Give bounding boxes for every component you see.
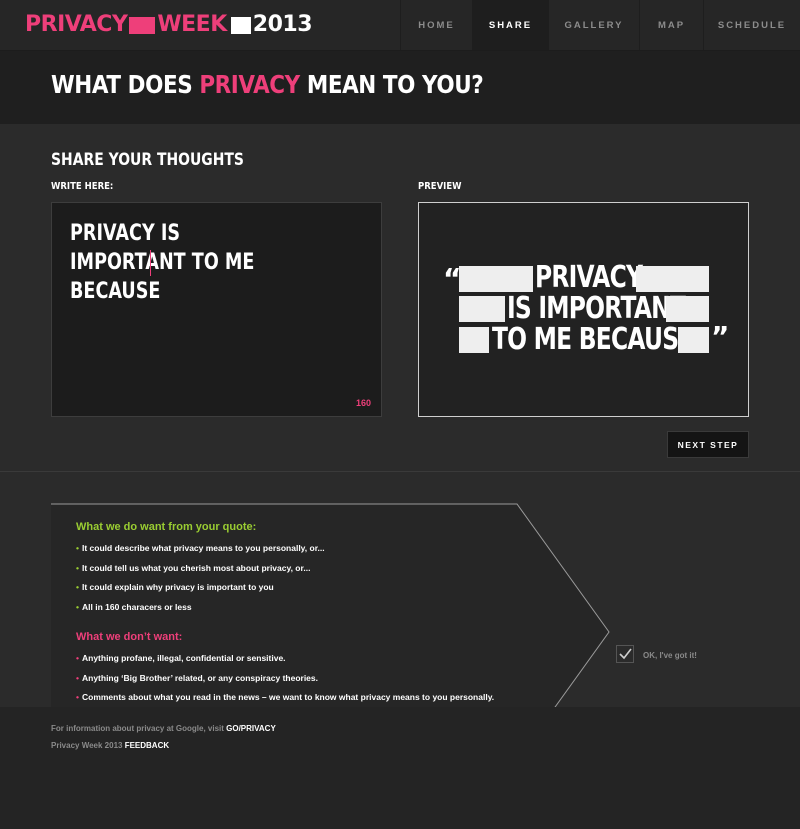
quote-textarea[interactable]: PRIVACY IS IMPORTANT TO ME BECAUSE 160 <box>51 202 382 417</box>
footer: For information about privacy at Google,… <box>0 707 800 829</box>
list-item: • All in 160 characers or less <box>76 601 192 612</box>
logo-pink-block <box>129 16 156 34</box>
main-nav: HOME SHARE GALLERY MAP SCHEDULE <box>400 0 800 50</box>
nav-map[interactable]: MAP <box>639 0 703 50</box>
logo-white-block <box>230 16 251 34</box>
title-suffix: MEAN TO YOU? <box>299 70 484 99</box>
preview-bar <box>678 327 709 353</box>
preview-bar <box>459 296 505 322</box>
logo-year: 2013 <box>252 12 313 37</box>
char-counter: 160 <box>355 398 371 408</box>
footer-info-text: For information about privacy at Google,… <box>51 724 227 733</box>
list-item: • Anything ‘Big Brother’ related, or any … <box>76 672 318 683</box>
preview-bar <box>459 327 489 353</box>
nav-gallery[interactable]: GALLERY <box>548 0 639 50</box>
dont-heading: What we don’t want: <box>76 631 183 643</box>
top-bar: PRIVACY WEEK 2013 HOME SHARE GALLERY MAP… <box>0 0 800 51</box>
preview-line-3: TO ME BECAUSE <box>492 322 694 357</box>
list-item: • It could explain why privacy is importa… <box>76 582 274 592</box>
nav-share[interactable]: SHARE <box>472 0 548 50</box>
guidelines-content: What we do want from your quote: • It cou… <box>76 521 556 708</box>
checkmark-icon <box>619 648 632 660</box>
footer-feedback: Privacy Week 2013 FEEDBACK <box>51 741 169 750</box>
dont-list: • Anything profane, illegal, confidential… <box>76 649 556 708</box>
preview-bar <box>459 266 533 292</box>
ok-label[interactable]: OK, I've got it! <box>643 651 697 660</box>
preview-bar <box>636 266 709 292</box>
privacy-link[interactable]: GO/PRIVACY <box>226 724 276 733</box>
nav-home[interactable]: HOME <box>400 0 472 50</box>
list-item: • Anything profane, illegal, confidential… <box>76 653 286 663</box>
logo[interactable]: PRIVACY WEEK 2013 <box>25 10 313 40</box>
footer-info: For information about privacy at Google,… <box>51 724 276 733</box>
nav-schedule[interactable]: SCHEDULE <box>703 0 800 50</box>
list-item: • It could describe what privacy means to… <box>76 543 325 553</box>
share-heading: SHARE YOUR THOUGHTS <box>51 150 244 170</box>
list-item: • It could tell us what you cherish most … <box>76 562 311 573</box>
do-list: • It could describe what privacy means to… <box>76 539 556 617</box>
logo-word-privacy: PRIVACY <box>25 12 128 37</box>
next-step-button[interactable]: NEXT STEP <box>667 431 749 458</box>
quote-text: PRIVACY IS IMPORTANT TO ME BECAUSE <box>70 221 255 304</box>
preview-line-1: PRIVACY <box>535 260 643 295</box>
page-title: WHAT DOES PRIVACY MEAN TO YOU? <box>51 70 484 99</box>
feedback-link[interactable]: FEEDBACK <box>125 741 169 750</box>
quote-preview: “ PRIVACY IS IMPORTANT TO ME BECAUSE ” <box>418 202 749 417</box>
do-heading: What we do want from your quote: <box>76 521 257 533</box>
title-highlight: PRIVACY <box>199 70 300 99</box>
preview-bar <box>666 296 709 322</box>
text-caret <box>150 250 151 276</box>
preview-line-2: IS IMPORTANT <box>507 291 686 326</box>
title-prefix: WHAT DOES <box>51 70 200 99</box>
footer-feedback-text: Privacy Week 2013 <box>51 741 125 750</box>
preview-close-quote: ” <box>711 320 730 353</box>
list-item: • Comments about what you read in the new… <box>76 692 495 702</box>
write-label: WRITE HERE: <box>51 181 114 192</box>
preview-label: PREVIEW <box>418 181 462 192</box>
ok-checkbox[interactable] <box>616 645 634 663</box>
section-divider <box>0 471 800 472</box>
logo-word-week: WEEK <box>157 12 227 37</box>
